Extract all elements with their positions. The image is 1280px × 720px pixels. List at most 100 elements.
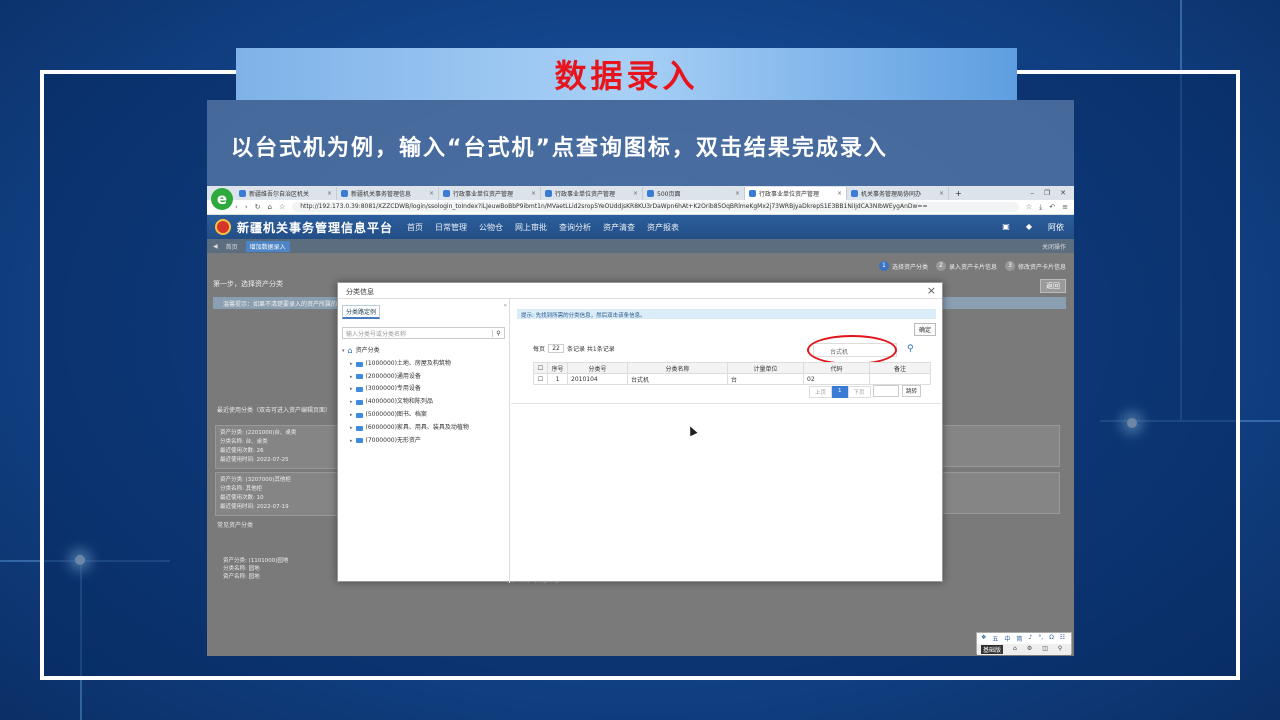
ime-item[interactable]: ☷: [1060, 634, 1065, 643]
card-line: 最近使用时间: 2022-07-19: [220, 504, 289, 510]
next-page-button[interactable]: 下页: [847, 386, 871, 398]
recent-card[interactable]: 资产分类: (3207000)其他柜 分类名称: 其他柜 最近使用次数: 10 …: [215, 472, 343, 516]
column-header[interactable]: 分类号: [567, 362, 628, 374]
favorite-icon[interactable]: ☆: [1026, 203, 1032, 211]
ime-item[interactable]: 五: [992, 634, 998, 643]
browser-tab[interactable]: 新疆机关事务管理信息 ×: [337, 187, 439, 200]
column-header[interactable]: 分类名称: [627, 362, 728, 374]
user-menu[interactable]: 阿依: [1048, 222, 1064, 233]
page-tab-data-entry[interactable]: 增加数据录入: [245, 240, 290, 252]
column-header[interactable]: 计量单位: [727, 362, 804, 374]
caret-right-icon[interactable]: ▸: [350, 371, 353, 384]
select-all-checkbox[interactable]: ☐: [533, 362, 548, 374]
ime-item[interactable]: 中: [1004, 634, 1010, 643]
current-page-button[interactable]: 1: [832, 386, 848, 398]
nav-approval[interactable]: 网上审批: [515, 222, 547, 233]
jump-button[interactable]: 跳转: [902, 385, 922, 397]
undo-icon[interactable]: ↶: [1049, 203, 1055, 211]
close-icon[interactable]: ×: [531, 190, 536, 197]
restore-icon[interactable]: ❐: [1044, 189, 1050, 197]
home-icon[interactable]: ⌂: [268, 203, 272, 211]
recent-card[interactable]: [942, 472, 1060, 514]
page-tab-home[interactable]: 首页: [226, 242, 238, 251]
ime-toolbar[interactable]: ❖ 五 中 简 ♪ °, Ω ☷ 基础版 ⌂ ⚙ ◫ ⚲: [976, 632, 1072, 655]
prev-page-button[interactable]: 上页: [809, 386, 833, 398]
close-icon[interactable]: ×: [327, 190, 332, 197]
forward-icon[interactable]: ›: [245, 203, 248, 211]
bell-icon[interactable]: ◆: [1026, 222, 1032, 233]
jump-page-input[interactable]: [873, 385, 899, 397]
caret-right-icon[interactable]: ▸: [350, 358, 353, 371]
caret-right-icon[interactable]: ▸: [350, 383, 353, 396]
close-icon[interactable]: ×: [927, 284, 936, 297]
nav-home[interactable]: 首页: [407, 222, 423, 233]
ime-item[interactable]: °,: [1038, 634, 1043, 643]
tree-node[interactable]: ▸ (5000000)图书、档案: [342, 409, 509, 422]
back-button[interactable]: 返回: [1040, 279, 1066, 293]
caret-right-icon[interactable]: ▸: [350, 409, 353, 422]
left-tab[interactable]: 分类路定例: [342, 305, 381, 319]
browser-tab[interactable]: 行政事业单位资产管理 ×: [439, 187, 541, 200]
tree-root[interactable]: ▾ ⌂ 资产分类: [342, 345, 509, 358]
browser-tab[interactable]: 行政事业单位资产管理 ×: [541, 187, 643, 200]
reload-icon[interactable]: ↻: [255, 203, 261, 211]
nav-analysis[interactable]: 查询分析: [559, 222, 591, 233]
column-header[interactable]: 备注: [869, 362, 931, 374]
close-icon[interactable]: ×: [429, 190, 434, 197]
recent-card[interactable]: [942, 425, 1060, 467]
confirm-button[interactable]: 确定: [913, 323, 936, 336]
browser-tab[interactable]: 500页面 ×: [643, 187, 745, 200]
ime-item[interactable]: ♪: [1028, 634, 1032, 643]
ime-chat-icon[interactable]: ◫: [1042, 645, 1048, 654]
tabs-prev-icon[interactable]: ◀: [213, 243, 218, 250]
collapse-icon[interactable]: «: [503, 302, 507, 309]
tree-node[interactable]: ▸ (4000000)文物和陈列品: [342, 396, 509, 409]
browser-tab-active[interactable]: 行政事业单位资产管理 ×: [745, 187, 847, 200]
star-icon[interactable]: ☆: [279, 203, 285, 211]
nav-daily[interactable]: 日常管理: [435, 222, 467, 233]
ime-logo-icon: ❖: [981, 634, 987, 641]
caret-right-icon[interactable]: ▸: [350, 422, 353, 435]
tree-node[interactable]: ▸ (7000000)无形资产: [342, 435, 509, 448]
calendar-icon[interactable]: ▣: [1002, 222, 1010, 233]
nav-warehouse[interactable]: 公物仓: [479, 222, 503, 233]
row-checkbox[interactable]: ☐: [533, 373, 548, 385]
close-window-icon[interactable]: ✕: [1060, 189, 1066, 197]
ime-item[interactable]: 简: [1016, 634, 1022, 643]
close-icon[interactable]: ×: [633, 190, 638, 197]
nav-inventory[interactable]: 资产清查: [603, 222, 635, 233]
tree-node[interactable]: ▸ (1000000)土地、房屋及构筑物: [342, 358, 509, 371]
tree-node[interactable]: ▸ (6000000)家具、用具、装具及动植物: [342, 422, 509, 435]
tree-node[interactable]: ▸ (3000000)专用设备: [342, 383, 509, 396]
table-row[interactable]: ☐ 1 2010104 台式机 台 02: [533, 373, 931, 385]
download-icon[interactable]: ⤓: [1039, 203, 1042, 212]
browser-tab[interactable]: 新疆维吾尔自治区机关 ×: [235, 187, 337, 200]
common-card[interactable]: 资产分类: (1101000)园地 分类名称: 园地 资产名称: 园地: [223, 557, 333, 581]
caret-down-icon[interactable]: ▾: [342, 345, 345, 358]
caret-right-icon[interactable]: ▸: [350, 435, 353, 448]
close-icon[interactable]: ×: [837, 190, 842, 197]
search-icon[interactable]: ⚲: [907, 344, 914, 354]
page-size-input[interactable]: 22: [548, 344, 565, 353]
new-tab-button[interactable]: +: [949, 189, 968, 198]
nav-reports[interactable]: 资产报表: [647, 222, 679, 233]
browser-tab[interactable]: 机关事务管理局协同办 ×: [847, 187, 949, 200]
ime-settings-icon[interactable]: ⚙: [1027, 645, 1032, 654]
tree-search-input[interactable]: 输入分类号或分类名称 ⚲: [342, 327, 505, 339]
tree-node-label: (4000000)文物和陈列品: [365, 398, 433, 406]
address-input[interactable]: http://192.173.0.39:8081/XZZCDWB/login/s…: [292, 202, 1019, 212]
tree-node[interactable]: ▸ (2000000)通用设备: [342, 371, 509, 384]
caret-right-icon[interactable]: ▸: [350, 396, 353, 409]
menu-icon[interactable]: ≡: [1062, 203, 1074, 211]
close-icon[interactable]: ×: [939, 190, 944, 197]
back-icon[interactable]: ‹: [235, 203, 238, 211]
ime-item[interactable]: Ω: [1049, 634, 1054, 643]
close-operations-menu[interactable]: 关闭操作: [1042, 242, 1074, 251]
recent-card[interactable]: 资产分类: (2201000)台、桌类 分类名称: 台、桌类 最近使用次数: 2…: [215, 425, 343, 469]
search-icon[interactable]: ⚲: [492, 329, 504, 337]
ime-home-icon[interactable]: ⌂: [1013, 645, 1017, 654]
ime-search-icon[interactable]: ⚲: [1058, 645, 1062, 654]
minimize-icon[interactable]: –: [1030, 189, 1034, 197]
close-icon[interactable]: ×: [735, 190, 740, 197]
column-header[interactable]: 代码: [803, 362, 870, 374]
